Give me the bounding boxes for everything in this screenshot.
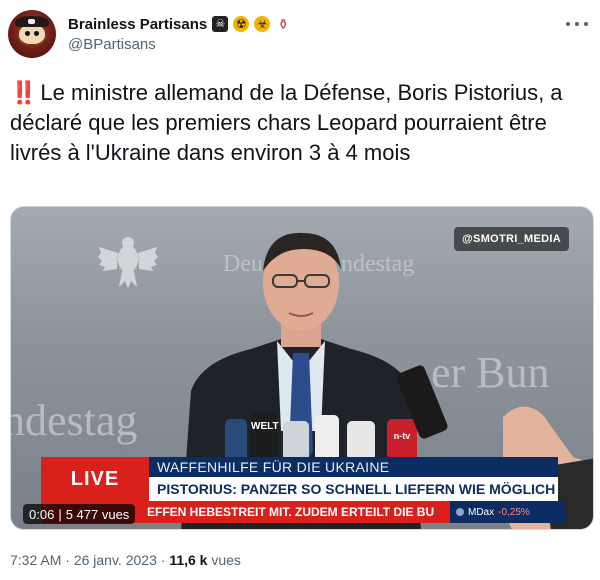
video-views: 5 477 vues (65, 506, 130, 522)
overlay-separator: | (58, 506, 62, 522)
view-label: vues (211, 552, 241, 568)
pirate-flag-icon: ☠ (212, 16, 229, 32)
avatar-eye (34, 31, 39, 36)
video-time-overlay: 0:06 | 5 477 vues (23, 504, 136, 524)
tweet-date[interactable]: 26 janv. 2023 (74, 552, 157, 568)
meta-separator: · (160, 552, 166, 568)
avatar[interactable] (8, 10, 56, 58)
video-player[interactable]: Deu ndestag er Bun ndestag WELT n-tv @SMO… (10, 206, 594, 530)
ticker-headline: PISTORIUS: PANZER SO SCHNELL LIEFERN WIE… (149, 477, 558, 501)
market-index: MDax -0,25% (450, 501, 565, 523)
avatar-hat (15, 16, 49, 27)
tweet-text: ‼️ Le ministre allemand de la Défense, Bo… (10, 78, 590, 168)
wall-lettering: ndestag (10, 396, 138, 445)
microphone (347, 421, 375, 461)
live-badge: LIVE (41, 457, 149, 501)
index-dot-icon (456, 508, 464, 516)
watermark-badge: @SMOTRI_MEDIA (454, 227, 569, 251)
view-count: 11,6 k (169, 552, 208, 568)
microphone: WELT (251, 413, 279, 463)
radioactive-icon: ☢ (233, 16, 250, 32)
tweet-time[interactable]: 7:32 AM (10, 552, 61, 568)
microphone: n-tv (387, 419, 417, 461)
potion-icon: ⚱ (277, 16, 290, 32)
name-row: Brainless Partisans ☠ ☢ ☣ ⚱ (68, 14, 291, 34)
tweet-meta: 7:32 AM · 26 janv. 2023 · 11,6 k vues (10, 552, 241, 568)
meta-separator: · (65, 552, 70, 568)
microphone (315, 415, 339, 461)
bundestag-eagle-icon (98, 237, 158, 289)
more-options-icon[interactable] (566, 16, 588, 32)
user-handle[interactable]: @BPartisans (68, 36, 156, 53)
mdax-value: -0,25% (498, 506, 530, 518)
biohazard-icon: ☣ (254, 16, 271, 32)
avatar-eye (25, 31, 30, 36)
display-name[interactable]: Brainless Partisans (68, 16, 207, 33)
wall-lettering: er Bun (431, 348, 550, 397)
tweet-header: Brainless Partisans ☠ ☢ ☣ ⚱ @BPartisans (8, 10, 592, 66)
microphone (283, 421, 309, 461)
mdax-label: MDax (468, 506, 495, 518)
ticker-topic: WAFFENHILFE FÜR DIE UKRAINE (149, 457, 558, 477)
video-elapsed: 0:06 (29, 506, 55, 522)
double-exclamation-icon: ‼️ (10, 80, 37, 105)
tweet-body: Le ministre allemand de la Défense, Bori… (10, 80, 563, 165)
